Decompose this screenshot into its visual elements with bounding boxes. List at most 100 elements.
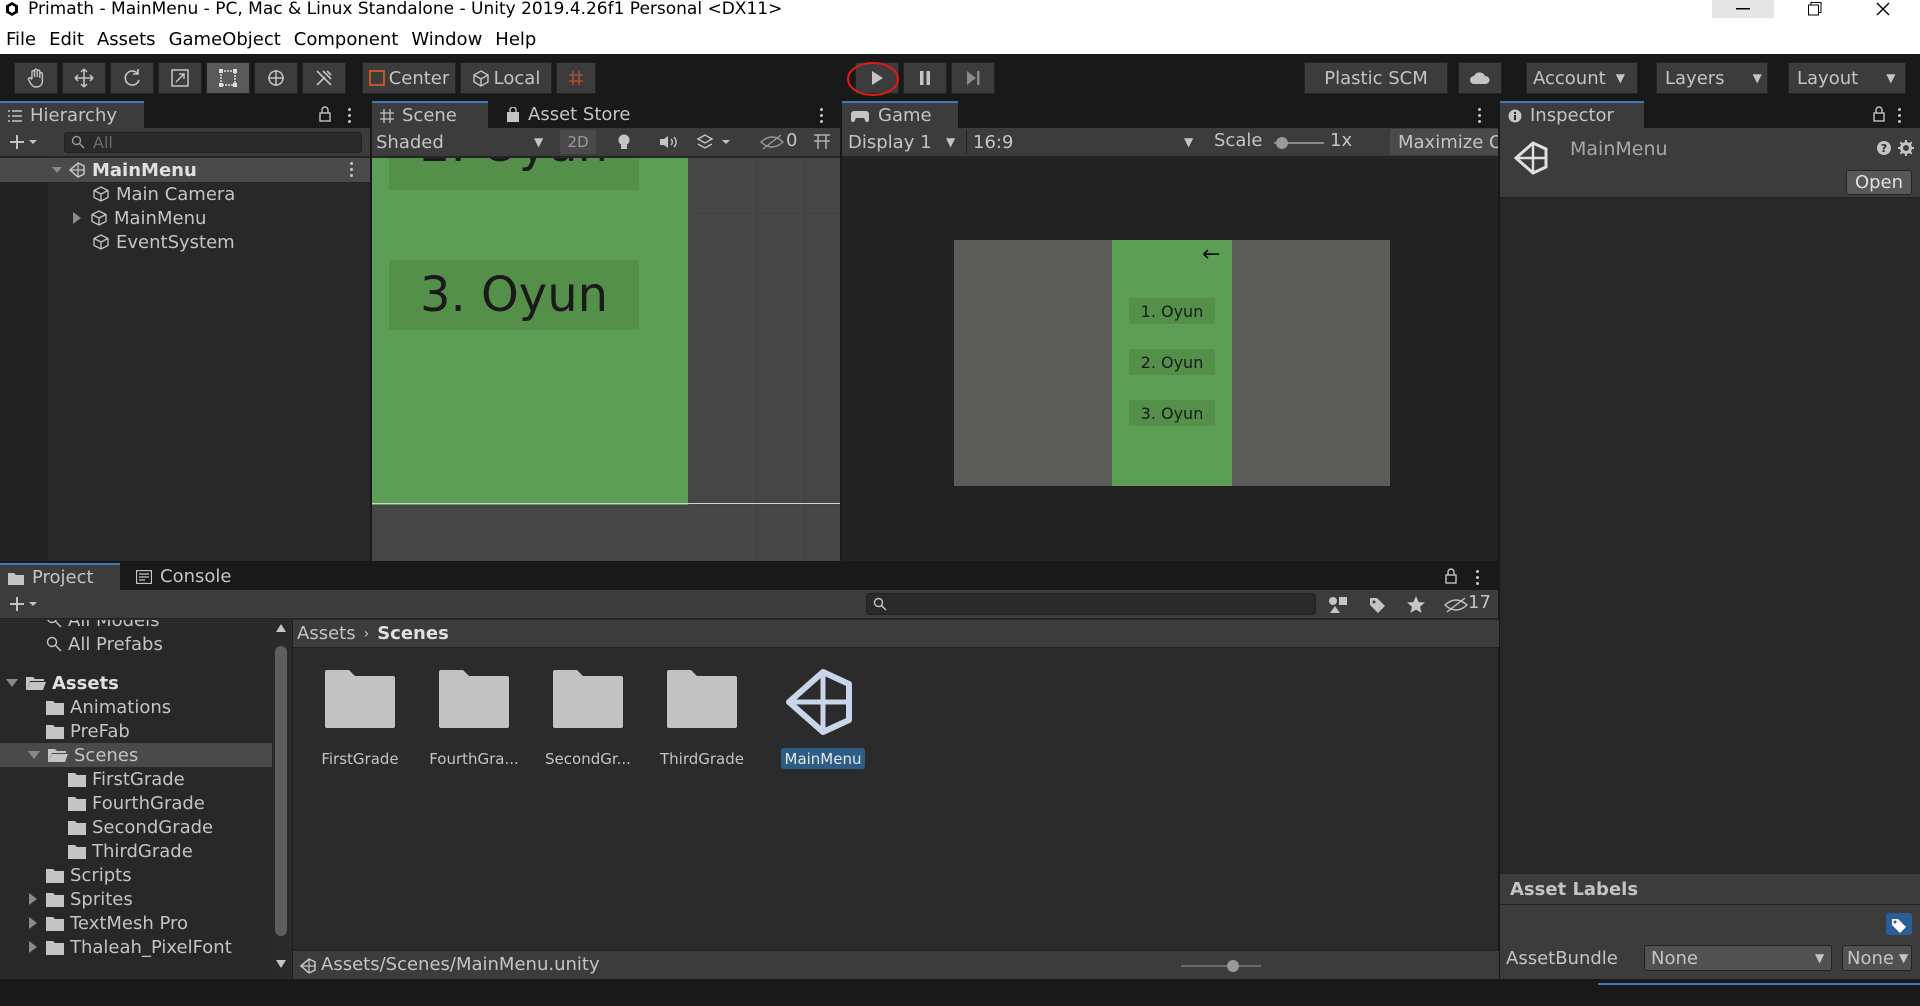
scale-slider[interactable]: [1274, 136, 1324, 150]
scale-tool-button[interactable]: [158, 62, 202, 94]
hidden-eye-icon[interactable]: [760, 133, 784, 151]
tree-item-assets[interactable]: Assets: [0, 671, 272, 695]
tree-item-firstgrade[interactable]: FirstGrade: [0, 767, 272, 791]
scene-oyun-button-top[interactable]: 2. Oyun: [389, 158, 639, 190]
tab-hierarchy[interactable]: Hierarchy: [0, 101, 144, 128]
hand-tool-button[interactable]: [14, 62, 58, 94]
shading-mode-dropdown[interactable]: Shaded ▼: [376, 130, 550, 154]
layout-dropdown[interactable]: Layout ▼: [1788, 62, 1906, 94]
minimize-button[interactable]: [1712, 0, 1774, 18]
icon-size-slider[interactable]: [1181, 959, 1261, 973]
custom-tool-button[interactable]: [302, 62, 346, 94]
scene-viewport[interactable]: 2. Oyun 3. Oyun: [372, 158, 840, 561]
close-window-button[interactable]: [1852, 0, 1914, 18]
lock-icon[interactable]: [318, 106, 332, 122]
tree-item-all-models[interactable]: All Models: [0, 620, 272, 632]
display-dropdown[interactable]: Display 1 ▼: [848, 130, 964, 154]
scroll-down-icon[interactable]: [276, 960, 286, 968]
project-search-input[interactable]: [866, 593, 1316, 615]
transform-tool-button[interactable]: [254, 62, 298, 94]
open-button[interactable]: Open: [1846, 170, 1912, 195]
hierarchy-item[interactable]: MainMenu: [0, 206, 370, 230]
scroll-up-icon[interactable]: [276, 624, 286, 632]
menu-window[interactable]: Window: [411, 29, 482, 50]
tree-item-textmesh-pro[interactable]: TextMesh Pro: [0, 911, 272, 935]
tree-scrollbar-thumb[interactable]: [275, 646, 287, 936]
tab-inspector[interactable]: Inspector: [1500, 101, 1644, 128]
asset-tile[interactable]: FourthGra...: [419, 668, 529, 778]
scene-menu-icon[interactable]: [350, 162, 353, 177]
help-icon[interactable]: ?: [1876, 140, 1892, 156]
tree-item-scenes[interactable]: Scenes: [0, 743, 272, 767]
hierarchy-menu-icon[interactable]: [348, 108, 351, 123]
hierarchy-search-input[interactable]: All: [64, 132, 362, 153]
project-menu-icon[interactable]: [1476, 570, 1479, 585]
game-menu-icon[interactable]: [1478, 108, 1481, 123]
effects-icon[interactable]: [696, 133, 732, 151]
asset-tile[interactable]: ThirdGrade: [647, 668, 757, 778]
gizmos-icon[interactable]: [812, 133, 832, 151]
tab-asset-store[interactable]: Asset Store: [498, 101, 658, 128]
add-icon[interactable]: [8, 133, 38, 151]
add-icon[interactable]: [8, 595, 38, 613]
tab-console[interactable]: Console: [128, 563, 248, 590]
game-viewport[interactable]: ← 1. Oyun 2. Oyun 3. Oyun: [842, 158, 1498, 561]
menu-component[interactable]: Component: [294, 29, 399, 50]
hierarchy-item[interactable]: EventSystem: [0, 230, 370, 254]
tree-item-thirdgrade[interactable]: ThirdGrade: [0, 839, 272, 863]
tree-item-thaleah-pixelfont[interactable]: Thaleah_PixelFont: [0, 935, 272, 959]
rect-tool-button[interactable]: [206, 62, 250, 94]
assetbundle-variant-dropdown[interactable]: None ▼: [1842, 945, 1912, 971]
tree-item-all-prefabs[interactable]: All Prefabs: [0, 632, 272, 656]
gear-icon[interactable]: [1898, 140, 1914, 156]
tab-scene[interactable]: Scene: [372, 101, 488, 128]
game-oyun-button-1[interactable]: 1. Oyun: [1129, 298, 1215, 324]
search-by-label-icon[interactable]: [1368, 596, 1386, 614]
lock-icon[interactable]: [1872, 106, 1886, 122]
menu-assets[interactable]: Assets: [97, 29, 156, 50]
tab-game[interactable]: Game: [842, 101, 958, 128]
hidden-eye-icon[interactable]: [1444, 596, 1468, 614]
audio-icon[interactable]: [658, 134, 678, 150]
tree-item-secondgrade[interactable]: SecondGrade: [0, 815, 272, 839]
asset-tile[interactable]: SecondGr...: [533, 668, 643, 778]
pivot-center-button[interactable]: Center: [362, 62, 456, 94]
pause-button[interactable]: [903, 62, 947, 94]
tree-item-sprites[interactable]: Sprites: [0, 887, 272, 911]
label-tag-icon[interactable]: [1886, 913, 1912, 935]
tree-item-animations[interactable]: Animations: [0, 695, 272, 719]
hierarchy-item[interactable]: Main Camera: [0, 182, 370, 206]
lock-icon[interactable]: [1444, 568, 1458, 584]
scene-row[interactable]: MainMenu: [0, 158, 370, 182]
layers-dropdown[interactable]: Layers ▼: [1656, 62, 1768, 94]
menu-file[interactable]: File: [6, 29, 36, 50]
game-oyun-button-3[interactable]: 3. Oyun: [1129, 400, 1215, 426]
game-oyun-button-2[interactable]: 2. Oyun: [1129, 349, 1215, 375]
maximize-on-play-button[interactable]: Maximize O: [1390, 129, 1498, 155]
asset-tile[interactable]: FirstGrade: [305, 668, 415, 778]
search-by-type-icon[interactable]: [1328, 596, 1348, 614]
assetbundle-dropdown[interactable]: None ▼: [1644, 945, 1832, 971]
menu-edit[interactable]: Edit: [49, 29, 84, 50]
inspector-menu-icon[interactable]: [1898, 108, 1901, 123]
tree-item-prefab[interactable]: PreFab: [0, 719, 272, 743]
tree-scrollbar-track[interactable]: [272, 620, 290, 979]
scene-menu-icon[interactable]: [820, 108, 823, 123]
menu-gameobject[interactable]: GameObject: [169, 29, 281, 50]
aspect-dropdown[interactable]: 16:9: [966, 130, 1198, 154]
move-tool-button[interactable]: [62, 62, 106, 94]
menu-help[interactable]: Help: [495, 29, 536, 50]
breadcrumb-root[interactable]: Assets: [297, 623, 356, 644]
rotate-tool-button[interactable]: [110, 62, 154, 94]
step-button[interactable]: [951, 62, 995, 94]
toggle-2d-button[interactable]: 2D: [560, 130, 596, 154]
favorite-star-icon[interactable]: [1406, 595, 1426, 615]
cloud-button[interactable]: [1458, 62, 1502, 94]
tree-item-scripts[interactable]: Scripts: [0, 863, 272, 887]
pivot-local-button[interactable]: Local: [460, 62, 552, 94]
account-dropdown[interactable]: Account ▼: [1526, 62, 1638, 94]
scale-slider-thumb[interactable]: [1276, 137, 1288, 149]
back-arrow-icon[interactable]: ←: [1202, 242, 1220, 267]
grid-snap-button[interactable]: [556, 62, 596, 94]
tab-project[interactable]: Project: [0, 563, 120, 590]
